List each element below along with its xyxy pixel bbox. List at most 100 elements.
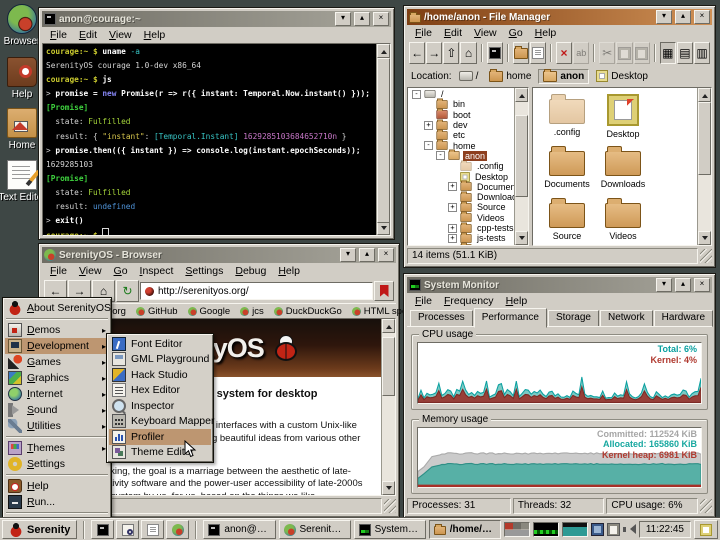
tree-item-etc[interactable]: etc <box>408 129 514 140</box>
close-button[interactable]: × <box>694 278 710 292</box>
rename-button[interactable]: ab <box>573 42 590 64</box>
reload-button[interactable]: ↻ <box>116 280 139 302</box>
browser-menu-view[interactable]: View <box>73 265 108 277</box>
scroll-down-button[interactable] <box>377 221 390 235</box>
system-monitor-menu-help[interactable]: Help <box>500 295 534 307</box>
clock[interactable]: 11:22:45 <box>638 521 691 538</box>
taskbar-window-home-anon-fil[interactable]: /home/anon - Fil... <box>428 520 501 539</box>
file-item-downloads[interactable]: Downloads <box>596 144 650 196</box>
scroll-thumb[interactable] <box>382 337 395 396</box>
clipboard-icon[interactable] <box>606 523 620 536</box>
collapse-icon[interactable]: - <box>436 151 445 161</box>
start-menu-item-themes[interactable]: Themes ▸ <box>5 440 109 456</box>
start-menu-item-games[interactable]: Games ▸ <box>5 354 109 370</box>
delete-button[interactable]: × <box>555 42 573 64</box>
submenu-item-inspector[interactable]: Inspector <box>109 398 211 414</box>
start-menu-item-about-serenityos[interactable]: About SerenityOS <box>5 300 111 316</box>
memory-graph-applet[interactable] <box>561 522 588 537</box>
paste-button[interactable] <box>633 42 650 64</box>
system-monitor-menu-file[interactable]: File <box>409 295 438 307</box>
tree-item-boot[interactable]: boot <box>408 108 514 120</box>
browser-titlebar[interactable]: SerenityOS - Browser ▾ ▴ × <box>42 247 396 263</box>
file-item-source[interactable]: Source <box>540 196 594 245</box>
system-monitor-menu-frequency[interactable]: Frequency <box>438 295 500 307</box>
terminal-menu-file[interactable]: File <box>44 29 73 41</box>
maximize-button[interactable]: ▴ <box>359 248 375 262</box>
submenu-item-keyboard-mapper[interactable]: Keyboard Mapper <box>109 414 214 430</box>
scroll-track[interactable] <box>698 102 711 231</box>
icon-view-button[interactable]: ▦ <box>659 42 676 64</box>
show-desktop-button[interactable] <box>694 520 718 539</box>
submenu-item-hex-editor[interactable]: Hex Editor <box>109 383 211 399</box>
tree-item-home[interactable]: - home <box>408 139 514 151</box>
start-menu-item-sound[interactable]: Sound ▸ <box>5 402 109 418</box>
maximize-button[interactable]: ▴ <box>675 10 691 24</box>
volume-icon[interactable] <box>622 523 636 536</box>
collapse-icon[interactable]: - <box>412 89 421 99</box>
tree-item-bin[interactable]: bin <box>408 98 514 109</box>
network-graph-applet[interactable] <box>532 522 559 537</box>
file-item-desktop[interactable]: Desktop <box>596 92 650 144</box>
browser-menu-file[interactable]: File <box>44 265 73 277</box>
tree-item-documents[interactable]: + Documents <box>408 180 514 192</box>
start-menu-item-demos[interactable]: Demos ▸ <box>5 322 109 338</box>
network-icon[interactable] <box>590 523 604 536</box>
file-manager-menu-help[interactable]: Help <box>529 27 563 39</box>
minimize-button[interactable]: ▾ <box>335 12 351 26</box>
close-button[interactable]: × <box>694 10 710 24</box>
bookmark-google[interactable]: Google <box>184 306 235 317</box>
browser-menu-debug[interactable]: Debug <box>229 265 272 277</box>
terminal-scrollbar[interactable] <box>376 44 390 235</box>
bookmark-jcs[interactable]: jcs <box>236 306 268 317</box>
file-item-config[interactable]: .config <box>540 92 594 144</box>
home-button[interactable]: ⌂ <box>460 42 477 64</box>
copy-button[interactable] <box>616 42 633 64</box>
scroll-down-button[interactable] <box>698 231 711 245</box>
quick-launch-browser[interactable] <box>166 520 190 539</box>
submenu-item-gml-playground[interactable]: GML Playground <box>109 352 211 368</box>
bookmark-duckduckgo[interactable]: DuckDuckGo <box>270 306 346 317</box>
file-manager-menu-file[interactable]: File <box>409 27 438 39</box>
cpu-cores-applet[interactable] <box>503 522 530 537</box>
taskbar-window-serenityos-browser[interactable]: SerenityOS - Browser <box>278 520 351 539</box>
start-menu-item-graphics[interactable]: Graphics ▸ <box>5 370 109 386</box>
quick-launch-terminal[interactable] <box>91 520 115 539</box>
forward-button[interactable]: → <box>426 42 443 64</box>
file-manager-menu-go[interactable]: Go <box>503 27 529 39</box>
grid-scrollbar[interactable] <box>697 88 711 245</box>
start-menu-item-run[interactable]: Run... <box>5 494 109 510</box>
columns-view-button[interactable]: ▥ <box>693 42 711 64</box>
scroll-thumb[interactable] <box>698 102 711 175</box>
start-menu-item-internet[interactable]: Internet ▸ <box>5 386 109 402</box>
file-manager-menu-view[interactable]: View <box>468 27 503 39</box>
cut-button[interactable]: ✂ <box>599 42 616 64</box>
submenu-item-font-editor[interactable]: Font Editor <box>109 336 211 352</box>
maximize-button[interactable]: ▴ <box>354 12 370 26</box>
browser-menu-settings[interactable]: Settings <box>179 265 229 277</box>
browser-menu-go[interactable]: Go <box>108 265 134 277</box>
file-item-videos[interactable]: Videos <box>596 196 650 245</box>
start-button[interactable]: Serenity <box>2 520 78 539</box>
breadcrumb-anon[interactable]: anon <box>538 68 590 84</box>
terminal-output[interactable]: courage:~ $ uname -a SerenityOS courage 1… <box>43 44 376 235</box>
minimize-button[interactable]: ▾ <box>656 278 672 292</box>
scroll-down-button[interactable] <box>515 231 528 245</box>
expand-icon[interactable]: + <box>448 182 457 192</box>
tree-item-videos[interactable]: Videos <box>408 211 514 223</box>
tab-network[interactable]: Network <box>599 310 653 327</box>
file-manager-menu-edit[interactable]: Edit <box>438 27 468 39</box>
quick-launch-filesearch[interactable] <box>116 520 140 539</box>
expand-icon[interactable]: + <box>448 202 457 212</box>
breadcrumb-home[interactable]: home <box>485 68 535 83</box>
submenu-item-hack-studio[interactable]: Hack Studio <box>109 367 211 383</box>
minimize-button[interactable]: ▾ <box>340 248 356 262</box>
scroll-up-button[interactable] <box>698 88 711 102</box>
close-button[interactable]: × <box>373 12 389 26</box>
start-menu-item-settings[interactable]: Settings <box>5 456 109 472</box>
tree-item-dev[interactable]: + dev <box>408 119 514 130</box>
tab-storage[interactable]: Storage <box>547 310 599 327</box>
browser-menu-help[interactable]: Help <box>272 265 306 277</box>
tree-item-tests[interactable]: tests <box>408 242 514 245</box>
resize-grip[interactable] <box>384 499 396 513</box>
start-menu-item-help[interactable]: Help <box>5 478 109 494</box>
